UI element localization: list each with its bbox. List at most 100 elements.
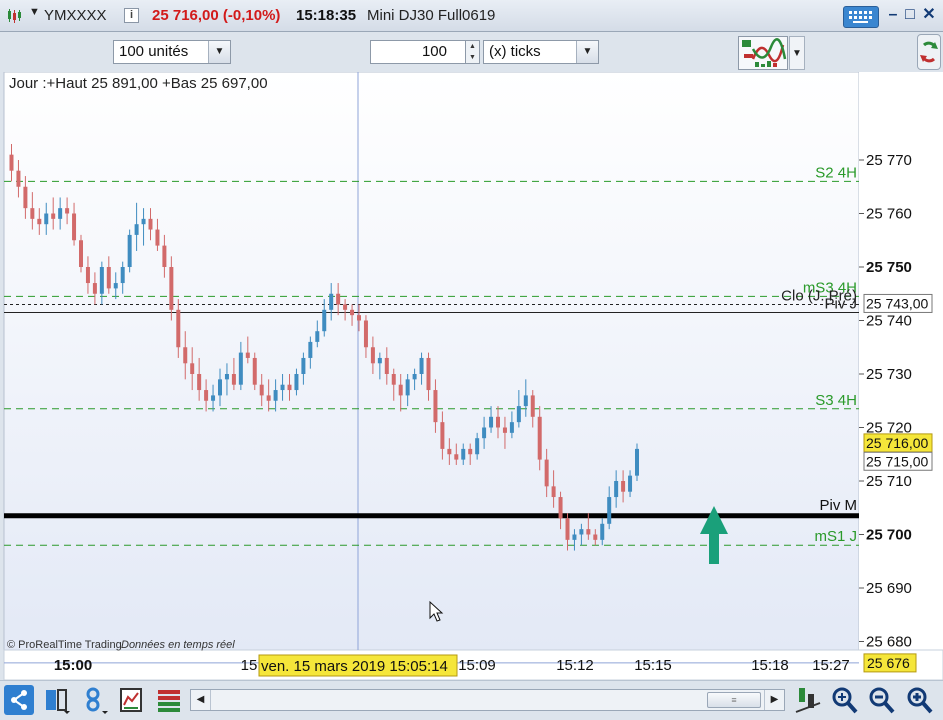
candle-body: [65, 208, 70, 214]
candle-body: [586, 529, 591, 535]
candle-body: [558, 497, 563, 519]
candle-body: [357, 315, 361, 321]
x-tick-label: 15:18: [751, 657, 789, 674]
candle-body: [245, 352, 250, 358]
drawing-tools-icon[interactable]: [793, 685, 823, 715]
zoom-fit-icon[interactable]: [829, 685, 859, 715]
chart-scrollbar[interactable]: ◀ ≡ ▶: [190, 689, 785, 711]
indicators-dropdown-icon[interactable]: ▼: [789, 36, 805, 70]
candle-body: [280, 384, 285, 391]
close-icon[interactable]: ✕: [920, 6, 938, 24]
level-s2-4h-label: S2 4H: [815, 164, 857, 181]
candle-body: [593, 534, 598, 540]
orderbook-icon[interactable]: [155, 685, 185, 715]
ticks-select[interactable]: (x) ticks ▼: [483, 40, 599, 64]
chart-area[interactable]: S2 4H mS3 4H S3 4H mS1 J Clo (J. Pré) Piv J Pi…: [0, 72, 943, 680]
candle-body: [79, 240, 83, 267]
candle-body: [113, 283, 118, 289]
candle-body: [252, 357, 257, 385]
candle-body: [628, 475, 633, 492]
cursor-price-label: 25 676: [867, 655, 910, 671]
title-bar: ▼ YMXXXX i 25 716,00 (-0,10%) 15:18:35 M…: [0, 0, 943, 32]
screener-icon[interactable]: [118, 685, 148, 715]
candle-body: [308, 341, 313, 358]
scroll-left-icon[interactable]: ◀: [191, 690, 211, 710]
zoom-out-icon[interactable]: [866, 685, 896, 715]
link-icon[interactable]: [82, 685, 112, 715]
candle-body: [405, 379, 410, 396]
candle-body: [85, 267, 90, 284]
x-tick-label: 15:12: [556, 657, 594, 674]
ticks-select-value: (x) ticks: [489, 43, 541, 60]
x-tick-label: 15:00: [54, 657, 92, 674]
candle-body: [565, 518, 570, 540]
candle-body: [370, 347, 375, 364]
candle-body: [363, 320, 368, 348]
candle-body: [509, 422, 514, 433]
candle-body: [37, 218, 42, 225]
candle-body: [600, 523, 605, 540]
candle: [252, 352, 257, 391]
candle-body: [169, 267, 174, 310]
indicators-button[interactable]: [738, 36, 788, 70]
info-icon[interactable]: i: [124, 8, 139, 23]
keyboard-icon[interactable]: [843, 6, 879, 28]
level-piv-j-label: Piv J: [824, 295, 857, 312]
chevron-down-icon[interactable]: ▼: [576, 41, 598, 63]
x-tick-label: 15:27: [812, 657, 850, 674]
units-select[interactable]: 100 unités ▼: [113, 40, 231, 64]
candle-body: [391, 374, 396, 385]
candle-body: [9, 154, 14, 171]
candle-body: [496, 416, 500, 428]
candle-body: [197, 374, 202, 391]
y-tick-label: 25 740: [866, 313, 912, 330]
candle-body: [454, 454, 459, 460]
candle-body: [204, 390, 209, 401]
candle-body: [30, 208, 35, 219]
candle-body: [468, 448, 473, 455]
scroll-thumb[interactable]: ≡: [707, 692, 761, 708]
candle-body: [461, 448, 466, 460]
symbol-label[interactable]: YMXXXX: [44, 7, 107, 24]
candle-body: [579, 529, 584, 535]
chevron-down-icon[interactable]: ▼: [208, 41, 230, 63]
candle-body: [238, 352, 243, 385]
instrument-name: Mini DJ30 Full0619: [367, 7, 496, 24]
indicators-icon: [742, 38, 787, 67]
candle-body: [384, 357, 389, 374]
refresh-icon[interactable]: [917, 34, 941, 70]
minimize-icon[interactable]: –: [884, 6, 902, 24]
candle-body: [322, 309, 327, 332]
candle-body: [572, 534, 577, 540]
units-select-value: 100 unités: [119, 43, 189, 60]
zoom-in-icon[interactable]: [904, 685, 934, 715]
candle-body: [419, 357, 424, 374]
candlestick-app-icon[interactable]: [6, 8, 22, 24]
candle-body: [426, 357, 431, 391]
clock: 15:18:35: [296, 7, 357, 24]
share-icon[interactable]: [4, 685, 34, 715]
price-chart[interactable]: S2 4HmS3 4HS3 4HmS1 JClo (J. Pré)Piv JPi…: [0, 72, 943, 680]
candle-body: [99, 267, 104, 294]
candle-body: [134, 224, 139, 235]
close-prev-price-label: 25 743,00: [866, 295, 928, 311]
quantity-stepper[interactable]: ▲ ▼: [465, 40, 480, 64]
candle-body: [315, 331, 320, 342]
plot-background: [3, 72, 860, 651]
bottom-toolbar: ◀ ≡ ▶: [0, 680, 943, 720]
candle-body: [301, 357, 306, 374]
last-price: 25 716,00 (-0,10%): [152, 7, 281, 24]
layout-icon[interactable]: [42, 685, 72, 715]
candle: [79, 234, 83, 273]
candle-body: [16, 170, 21, 187]
quantity-input[interactable]: 100: [370, 40, 466, 64]
scroll-right-icon[interactable]: ▶: [764, 690, 784, 710]
symbol-dropdown-icon[interactable]: ▼: [29, 6, 40, 18]
candle-body: [440, 422, 445, 449]
realtime-text: Données en temps réel: [121, 639, 235, 651]
candle-body: [607, 497, 612, 524]
candle-body: [433, 390, 438, 423]
chart-header: Jour :+Haut 25 891,00 +Bas 25 697,00: [9, 75, 268, 92]
maximize-icon[interactable]: □: [901, 6, 919, 24]
candle-body: [537, 416, 542, 460]
